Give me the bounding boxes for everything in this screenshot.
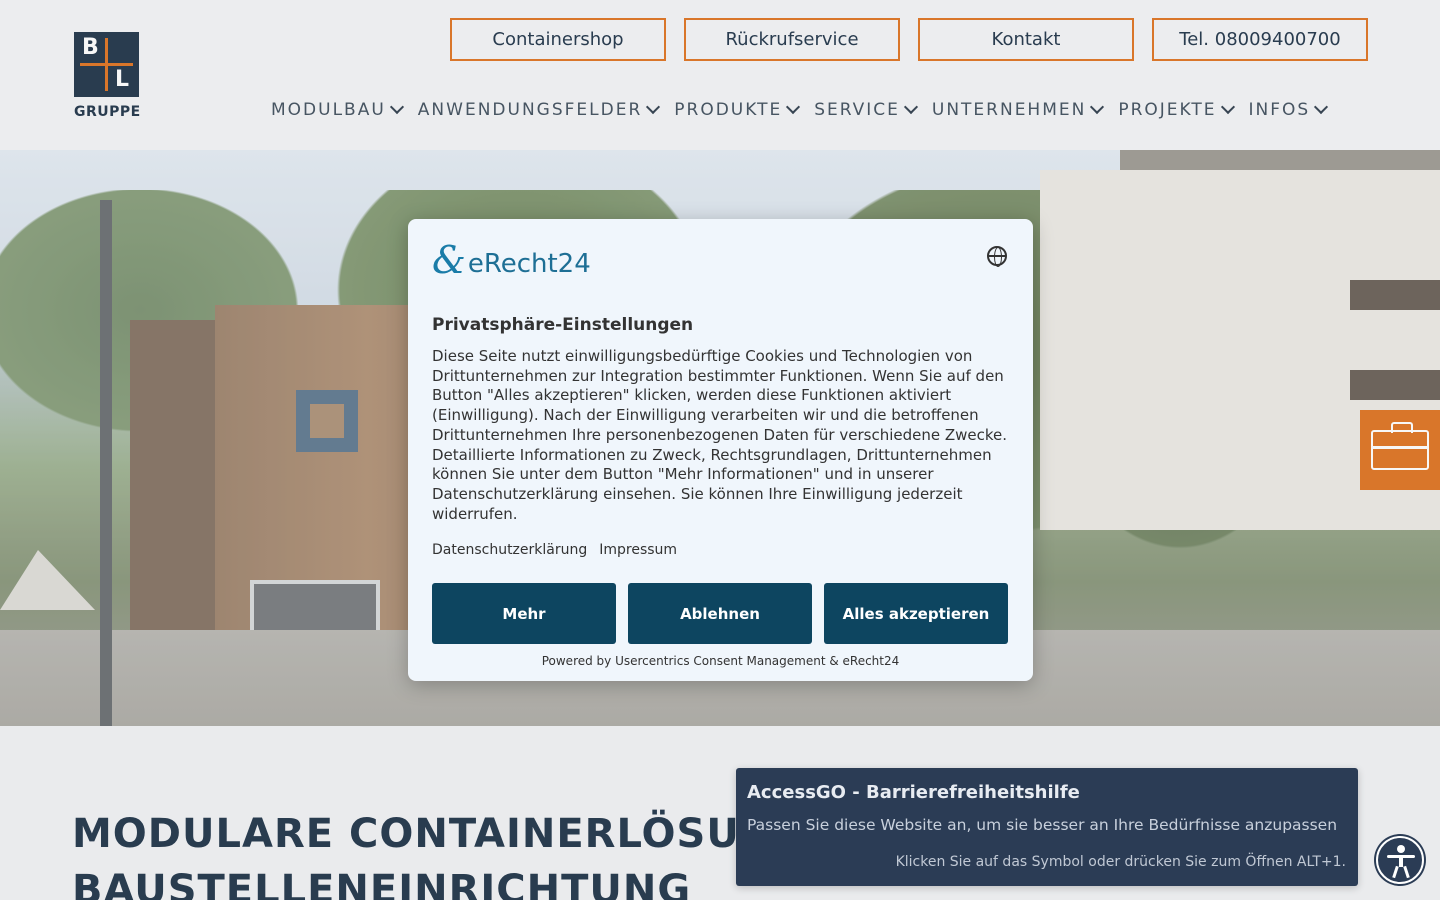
accessibility-icon-head — [1397, 845, 1405, 853]
more-button[interactable]: Mehr — [432, 583, 616, 644]
dialog-links: Datenschutzerklärung Impressum — [432, 542, 677, 558]
accessgo-hint: Klicken Sie auf das Symbol oder drücken … — [895, 854, 1346, 870]
accessibility-icon-body — [1399, 857, 1403, 867]
imprint-link[interactable]: Impressum — [599, 542, 677, 558]
powered-by-text: Powered by Usercentrics Consent Manageme… — [541, 654, 900, 668]
accessgo-subtitle: Passen Sie diese Website an, um sie bess… — [747, 816, 1338, 834]
accessgo-tooltip: AccessGO - Barrierefreiheitshilfe Passen… — [736, 768, 1358, 886]
decline-button[interactable]: Ablehnen — [628, 583, 812, 644]
dialog-title: Privatsphäre-Einstellungen — [432, 315, 694, 335]
cookie-consent-dialog: & eRecht24 Privatsphäre-Einstellungen Di… — [408, 219, 1033, 681]
erecht24-logo: & eRecht24 — [432, 241, 591, 279]
erecht24-logo-mark: & — [432, 238, 466, 282]
accept-all-button[interactable]: Alles akzeptieren — [824, 583, 1008, 644]
accessibility-icon-leg — [1403, 865, 1410, 879]
accessibility-icon[interactable] — [1376, 836, 1424, 884]
globe-icon[interactable] — [987, 246, 1007, 267]
dialog-description: Diese Seite nutzt einwilligungsbedürftig… — [432, 347, 1008, 523]
accessibility-icon-leg — [1392, 865, 1399, 879]
privacy-policy-link[interactable]: Datenschutzerklärung — [432, 542, 587, 558]
accessgo-title: AccessGO - Barrierefreiheitshilfe — [747, 782, 1080, 803]
dialog-buttons: Mehr Ablehnen Alles akzeptieren — [432, 583, 1008, 644]
erecht24-brand: eRecht24 — [467, 249, 591, 279]
